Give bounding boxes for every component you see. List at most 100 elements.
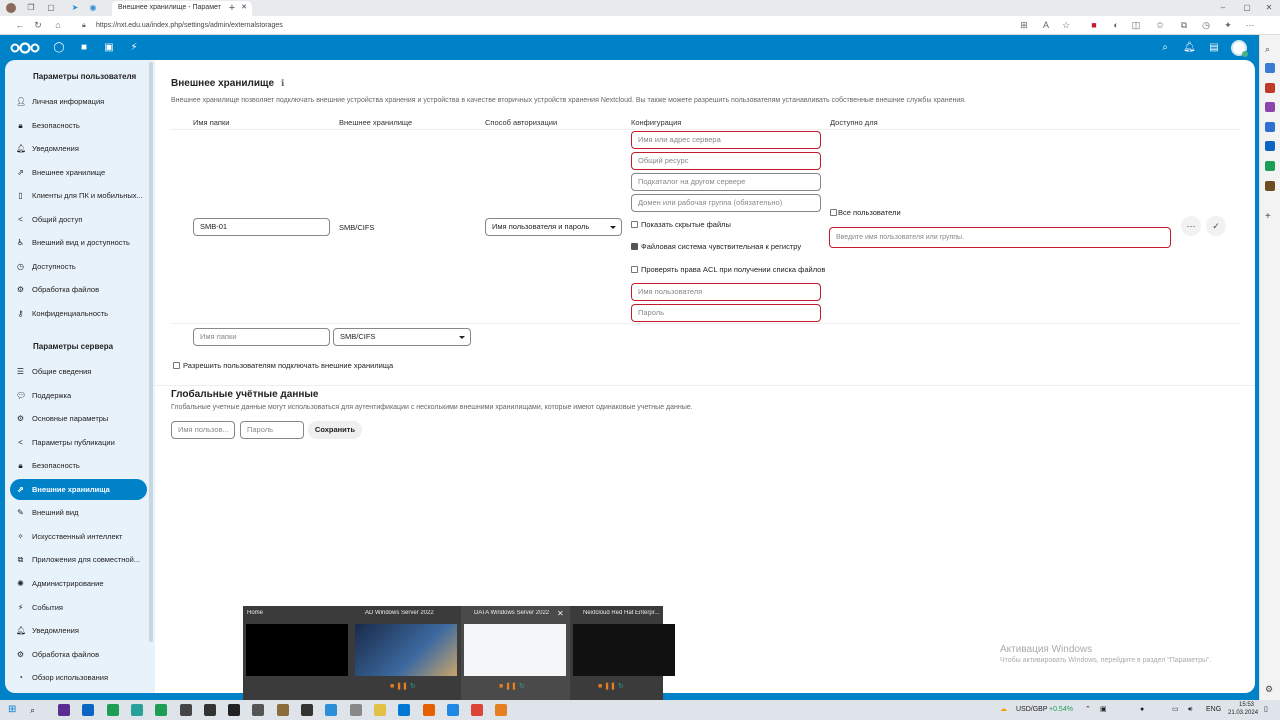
nav-item[interactable]: ✧ Искусственный интеллект bbox=[10, 526, 147, 547]
nextcloud-logo[interactable] bbox=[10, 42, 40, 54]
back-icon[interactable]: ← bbox=[14, 19, 26, 31]
new-storage-select[interactable]: SMB/CIFS bbox=[333, 328, 471, 346]
tab-actions-icon[interactable]: ▢ bbox=[46, 3, 56, 13]
close-preview-icon[interactable]: ✕ bbox=[557, 609, 564, 618]
language-indicator[interactable]: ENG bbox=[1206, 704, 1221, 716]
taskbar-app-icon[interactable] bbox=[179, 704, 192, 716]
workspaces-icon[interactable]: ❐ bbox=[26, 3, 36, 13]
new-folder-input[interactable]: Имя папки bbox=[193, 328, 330, 346]
nav-item[interactable]: 👤︎ Личная информация bbox=[10, 91, 147, 112]
new-tab-icon[interactable]: + bbox=[227, 3, 237, 14]
check-acl-checkbox[interactable] bbox=[631, 266, 638, 273]
host-input[interactable]: Имя или адрес сервера bbox=[631, 131, 821, 149]
pinned-tab-icon[interactable]: ◉ bbox=[88, 3, 98, 13]
info-icon[interactable]: ℹ bbox=[281, 78, 284, 89]
close-window-icon[interactable]: ✕ bbox=[1264, 3, 1274, 13]
taskbar-app-icon[interactable] bbox=[422, 704, 435, 716]
auth-method-select[interactable]: Имя пользователя и пароль bbox=[485, 218, 622, 236]
nav-item[interactable]: ✎ Внешний вид bbox=[10, 502, 147, 523]
taskbar-app-icon[interactable] bbox=[495, 704, 508, 716]
username-input[interactable]: Имя пользователя bbox=[631, 283, 821, 301]
activity-icon[interactable]: ⚡︎ bbox=[128, 42, 140, 54]
password-input[interactable]: Пароль bbox=[631, 304, 821, 322]
dashboard-icon[interactable]: ◯ bbox=[53, 42, 65, 54]
save-row-button[interactable]: ✓ bbox=[1206, 216, 1226, 236]
taskbar-app-icon[interactable] bbox=[349, 704, 362, 716]
clock[interactable]: 15:53 21.03.2024 bbox=[1228, 701, 1258, 717]
taskbar-app-icon[interactable] bbox=[155, 704, 168, 716]
case-sensitive-checkbox[interactable] bbox=[631, 243, 638, 250]
extension-icon[interactable]: ■ bbox=[1088, 19, 1100, 31]
outlook-icon[interactable] bbox=[1265, 141, 1275, 151]
nav-item[interactable]: ▯ Клиенты для ПК и мобильных... bbox=[10, 185, 147, 206]
stop-icon[interactable]: ■ ❚❚ ↻ bbox=[598, 682, 624, 690]
panel-app-3-icon[interactable] bbox=[1265, 102, 1275, 112]
taskbar-app-icon[interactable] bbox=[325, 704, 338, 716]
nav-item[interactable]: ⚙︎ Обработка файлов bbox=[10, 644, 147, 665]
nav-item[interactable]: ◔ Обзор использования bbox=[10, 667, 147, 688]
nav-item[interactable]: ⚙︎ Основные параметры bbox=[10, 408, 147, 429]
volume-icon[interactable]: 🔊︎ bbox=[1188, 704, 1192, 716]
history-icon[interactable]: ◷ bbox=[1200, 19, 1212, 31]
nav-item[interactable]: ⇗ Внешнее хранилище bbox=[10, 162, 147, 183]
favorite-star-icon[interactable]: ☆ bbox=[1060, 19, 1072, 31]
user-avatar[interactable] bbox=[1231, 40, 1248, 57]
nav-item[interactable]: ☰ Общие сведения bbox=[10, 361, 147, 382]
profile-avatar[interactable] bbox=[6, 3, 16, 13]
taskbar-app-icon[interactable] bbox=[82, 704, 95, 716]
panel-app-7-icon[interactable] bbox=[1265, 181, 1275, 191]
taskbar-app-icon[interactable] bbox=[301, 704, 313, 716]
weather-icon[interactable]: ☁︎ bbox=[1000, 704, 1007, 716]
more-actions-button[interactable]: ⋯ bbox=[1181, 216, 1201, 236]
reload-icon[interactable]: ↻ bbox=[32, 19, 44, 31]
allow-users-checkbox[interactable] bbox=[173, 362, 180, 369]
taskbar-app-icon[interactable] bbox=[276, 704, 289, 716]
minimize-icon[interactable]: – bbox=[1218, 3, 1228, 13]
taskbar-app-icon[interactable] bbox=[252, 704, 265, 716]
taskbar-app-icon[interactable] bbox=[130, 704, 143, 716]
stop-icon[interactable]: ■ ❚❚ ↻ bbox=[390, 682, 416, 690]
start-icon[interactable]: ⊞ bbox=[8, 704, 20, 716]
nav-item[interactable]: ✺ Администрирование bbox=[10, 573, 147, 594]
close-tab-icon[interactable]: ✕ bbox=[241, 3, 247, 11]
nav-item[interactable]: ⚙︎ Обработка файлов bbox=[10, 279, 147, 300]
subfolder-input[interactable]: Подкаталог на другом сервере bbox=[631, 173, 821, 191]
panel-app-6-icon[interactable] bbox=[1265, 161, 1275, 171]
panel-settings-icon[interactable]: ⚙︎ bbox=[1265, 684, 1275, 694]
read-aloud-icon[interactable]: A bbox=[1040, 19, 1052, 31]
taskbar-app-icon[interactable] bbox=[203, 704, 216, 716]
share-input[interactable]: Общий ресурс bbox=[631, 152, 821, 170]
contacts-icon[interactable]: ▤ bbox=[1208, 42, 1220, 54]
nav-item[interactable]: ⧉ Приложения для совместной... bbox=[10, 549, 147, 570]
network-icon[interactable]: ▭ bbox=[1172, 704, 1179, 716]
copilot-icon[interactable]: ✦ bbox=[1222, 19, 1234, 31]
user-group-input[interactable]: Введите имя пользователя или группы. bbox=[829, 227, 1171, 248]
preview-card-ad[interactable]: AD Windows Server 2022 ■ ❚❚ ↻ bbox=[352, 606, 461, 700]
nav-item[interactable]: < Параметры публикации bbox=[10, 432, 147, 453]
tray-chevron-icon[interactable]: ⌃ bbox=[1085, 704, 1091, 716]
nav-scrollbar[interactable] bbox=[149, 62, 153, 642]
collections-icon[interactable]: ⧉ bbox=[1178, 19, 1190, 31]
menu-dots-icon[interactable]: ⋯ bbox=[1244, 19, 1256, 31]
nav-item[interactable]: 🔔︎ Уведомления bbox=[10, 138, 147, 159]
taskbar-app-icon[interactable] bbox=[398, 704, 411, 716]
notification-center-icon[interactable]: ▯ bbox=[1264, 704, 1268, 716]
nav-item[interactable]: 🔔︎ Уведомления bbox=[10, 620, 147, 641]
taskbar-app-icon[interactable] bbox=[228, 704, 241, 716]
app-available-icon[interactable]: ⊞ bbox=[1018, 19, 1030, 31]
maximize-icon[interactable]: ▢ bbox=[1242, 3, 1252, 13]
taskbar-app-icon[interactable] bbox=[471, 704, 484, 716]
tray-app-icon[interactable]: ▣ bbox=[1100, 704, 1107, 716]
taskbar-app-icon[interactable] bbox=[58, 704, 70, 716]
panel-app-1-icon[interactable] bbox=[1265, 63, 1275, 73]
favorites-icon[interactable]: ✩ bbox=[1154, 19, 1166, 31]
nav-item[interactable]: ⚡︎ События bbox=[10, 597, 147, 618]
taskbar-app-icon[interactable] bbox=[106, 704, 119, 716]
search-icon[interactable]: ⌕ bbox=[1159, 42, 1171, 54]
preview-card-home[interactable]: Home bbox=[243, 606, 352, 700]
global-password-input[interactable]: Пароль bbox=[240, 421, 304, 439]
global-username-input[interactable]: Имя пользов... bbox=[171, 421, 235, 439]
nav-item[interactable]: ⇗ Внешние хранилища bbox=[10, 478, 147, 500]
domain-input[interactable]: Домен или рабочая группа (обязательно) bbox=[631, 194, 821, 212]
panel-app-4-icon[interactable] bbox=[1265, 122, 1275, 132]
